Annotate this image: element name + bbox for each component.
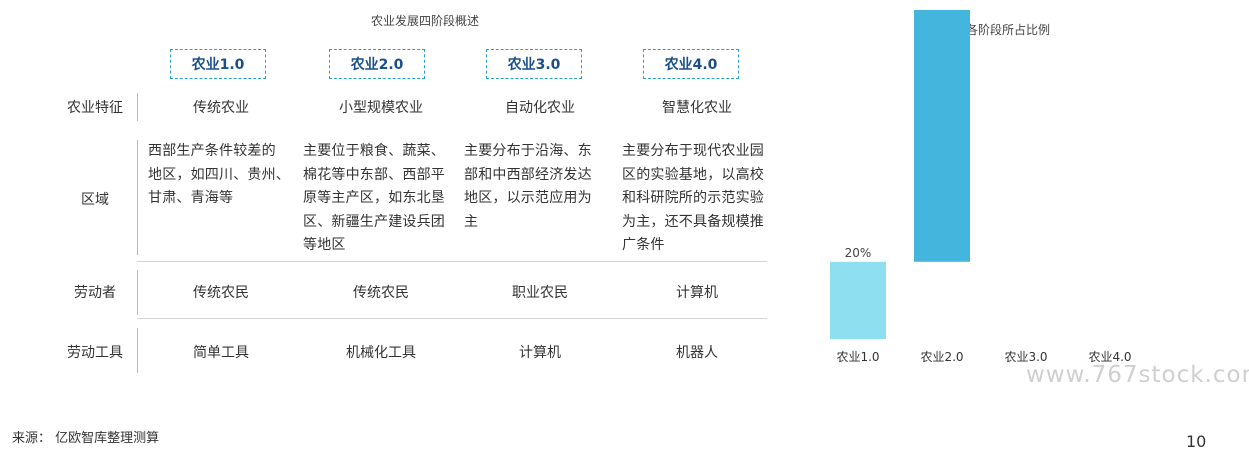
cell-worker-3: 职业农民 (512, 285, 568, 301)
row-separator-worker (137, 270, 138, 315)
x-tick-label-1: 农业1.0 (836, 350, 879, 364)
region-4-line: 广条件 (622, 237, 665, 253)
region-2-line: 棉花等中东部、西部平 (303, 166, 445, 183)
region-4-line: 为主，还不具备规模推 (622, 213, 764, 230)
stage-header-2: 农业2.0 (329, 49, 425, 79)
stage-header-3: 农业3.0 (486, 49, 582, 79)
region-2-line: 区、新疆生产建设兵团 (303, 213, 445, 230)
region-2-line: 主要位于粮食、蔬菜、 (303, 143, 445, 159)
region-3-line: 地区，以示范应用为 (464, 190, 592, 206)
cell-tool-1: 简单工具 (193, 345, 249, 361)
region-2-line: 等地区 (303, 237, 346, 253)
table-title: 农业发展四阶段概述 (370, 14, 479, 28)
region-4-line: 和科研院所的示范实验 (622, 190, 764, 206)
x-tick-label-2: 农业2.0 (920, 350, 963, 364)
cell-region-4: 主要分布于现代农业园 区的实验基地，以高校 和科研院所的示范实验 为主，还不具备… (622, 140, 780, 258)
stage-header-4: 农业4.0 (643, 49, 739, 79)
data-label-1: 20% (845, 246, 872, 260)
region-1-line: 地区，如四川、贵州、 (148, 166, 290, 183)
watermark: www.767stock.com (1026, 362, 1249, 388)
region-1-line: 西部生产条件较差的 (148, 143, 276, 159)
cell-tool-4: 机器人 (676, 345, 718, 361)
cell-worker-2: 传统农民 (353, 285, 409, 301)
cell-feature-2: 小型规模农业 (339, 100, 423, 116)
region-3-line: 主要分布于沿海、东 (464, 143, 592, 159)
cell-region-2: 主要位于粮食、蔬菜、 棉花等中东部、西部平 原等主产区，如东北垦 区、新疆生产建… (303, 140, 455, 258)
labels-group: 20%66%13%1% (845, 246, 872, 260)
region-3-line: 主 (464, 213, 479, 230)
source-note: 来源： 亿欧智库整理测算 (12, 431, 160, 446)
cell-worker-4: 计算机 (676, 285, 718, 301)
stage-header-1: 农业1.0 (170, 49, 266, 79)
region-2-line: 原等主产区，如东北垦 (303, 190, 445, 206)
cell-feature-3: 自动化农业 (505, 100, 575, 116)
bar-2 (914, 10, 970, 262)
waterfall-chart: 农业发展各阶段所占比例 20%66%13%1% 农业1.0农业2.0农业3.0农… (830, 10, 1132, 364)
bars-group (830, 10, 970, 339)
region-3-line: 部和中西部经济发达 (464, 166, 592, 183)
region-4-line: 主要分布于现代农业园 (622, 143, 764, 159)
cell-feature-1: 传统农业 (193, 100, 249, 116)
page-number: 10 (1186, 432, 1207, 451)
row-separator-region (137, 140, 138, 255)
row-separator-feature (137, 93, 138, 121)
row-label-tool: 劳动工具 (67, 345, 123, 361)
row-divider (137, 318, 767, 319)
row-label-worker: 劳动者 (74, 285, 116, 301)
region-4-line: 区的实验基地，以高校 (622, 166, 764, 183)
cell-region-3: 主要分布于沿海、东 部和中西部经济发达 地区，以示范应用为 主 (464, 140, 616, 234)
cell-tool-2: 机械化工具 (346, 345, 416, 361)
row-label-feature: 农业特征 (67, 100, 123, 116)
cell-region-1: 西部生产条件较差的 地区，如四川、贵州、 甘肃、青海等 (148, 140, 300, 211)
row-label-region: 区域 (81, 192, 109, 208)
row-separator-tool (137, 328, 138, 373)
cell-tool-3: 计算机 (519, 345, 561, 361)
bar-1 (830, 261, 886, 339)
cell-worker-1: 传统农民 (193, 285, 249, 301)
cell-feature-4: 智慧化农业 (662, 100, 732, 116)
row-divider (137, 261, 767, 262)
region-1-line: 甘肃、青海等 (148, 190, 234, 206)
